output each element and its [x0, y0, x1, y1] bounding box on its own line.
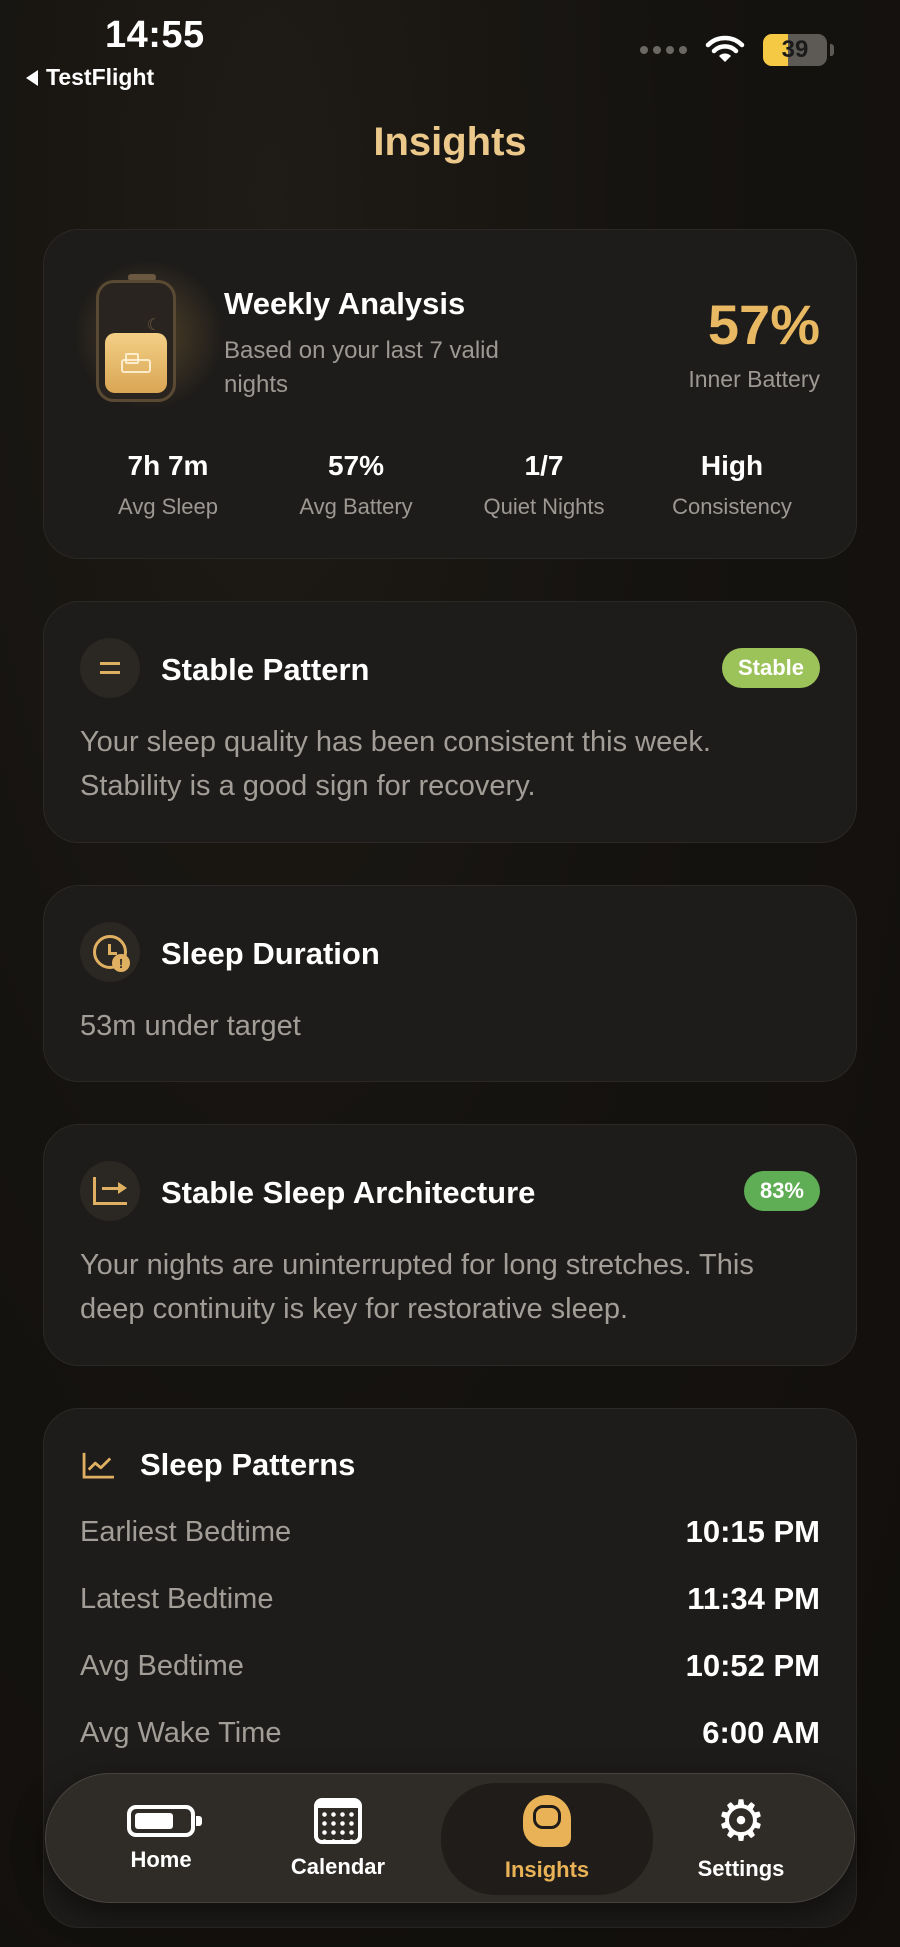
stat-avg-sleep: 7h 7m Avg Sleep	[118, 450, 218, 519]
inner-battery-percent: 57%	[707, 293, 820, 356]
calendar-icon	[314, 1798, 362, 1844]
pattern-row: Earliest Bedtime 10:15 PM	[80, 1514, 820, 1549]
battery-status-icon: 39	[763, 34, 827, 66]
stable-badge: Stable	[721, 648, 820, 688]
back-arrow-icon	[26, 69, 38, 86]
architecture-score-badge: 83%	[743, 1171, 820, 1211]
stable-pattern-title: Stable Pattern	[161, 652, 370, 687]
page-title: Insights	[373, 120, 527, 164]
weekly-subtitle: Based on your last 7 valid nights	[224, 337, 499, 398]
battery-level: 39	[781, 36, 809, 63]
stat-quiet-nights: 1/7 Quiet Nights	[483, 450, 605, 519]
clock-alert-icon: !	[80, 922, 140, 982]
signal-dots-icon	[640, 46, 687, 54]
sleep-patterns-title: Sleep Patterns	[140, 1447, 356, 1482]
weekly-stats: 7h 7m Avg Sleep 57% Avg Battery 1/7 Quie…	[74, 450, 826, 520]
gear-icon: ⚙	[715, 1789, 767, 1852]
back-to-testflight[interactable]: TestFlight	[26, 64, 154, 91]
pattern-row: Avg Wake Time 6:00 AM	[80, 1715, 820, 1750]
line-chart-icon	[82, 1452, 114, 1479]
status-time: 14:55	[105, 14, 205, 56]
sleep-duration-body: 53m under target	[80, 1010, 301, 1042]
sleep-architecture-title: Stable Sleep Architecture	[161, 1175, 536, 1210]
tab-home[interactable]: Home	[76, 1774, 246, 1904]
back-label: TestFlight	[46, 64, 155, 90]
stat-avg-battery: 57% Avg Battery	[299, 450, 413, 519]
inner-battery-label: Inner Battery	[688, 366, 820, 392]
pattern-row: Latest Bedtime 11:34 PM	[80, 1581, 820, 1616]
sleep-duration-title: Sleep Duration	[161, 936, 380, 971]
weekly-title: Weekly Analysis	[224, 286, 466, 321]
brain-head-icon	[523, 1795, 571, 1847]
arrow-right-chart-icon	[80, 1161, 140, 1221]
stable-pattern-card[interactable]: Stable Pattern Stable Your sleep quality…	[43, 601, 857, 843]
equals-icon	[80, 638, 140, 698]
sleep-duration-card[interactable]: ! Sleep Duration 53m under target	[43, 885, 857, 1082]
tab-calendar[interactable]: Calendar	[253, 1774, 423, 1904]
status-indicators: 39	[640, 34, 834, 66]
bed-icon	[121, 353, 151, 373]
sleep-architecture-body: Your nights are uninterrupted for long s…	[80, 1249, 754, 1325]
sleep-architecture-card[interactable]: Stable Sleep Architecture 83% Your night…	[43, 1124, 857, 1366]
pattern-row: Avg Bedtime 10:52 PM	[80, 1648, 820, 1683]
insights-screen: 14:55 TestFlight 39 Insights ☾ Weekly An…	[0, 0, 900, 1947]
tab-insights[interactable]: Insights	[441, 1783, 653, 1895]
inner-battery-icon: ☾	[96, 280, 176, 402]
weekly-analysis-card[interactable]: ☾ Weekly Analysis Based on your last 7 v…	[43, 229, 857, 559]
stable-pattern-body: Your sleep quality has been consistent t…	[80, 726, 711, 802]
tab-settings[interactable]: ⚙ Settings	[656, 1774, 826, 1904]
battery-icon	[127, 1805, 202, 1837]
stat-consistency: High Consistency	[672, 450, 792, 519]
wifi-icon	[705, 35, 745, 62]
tab-bar: Home Calendar Insights ⚙ Settings	[45, 1773, 855, 1903]
